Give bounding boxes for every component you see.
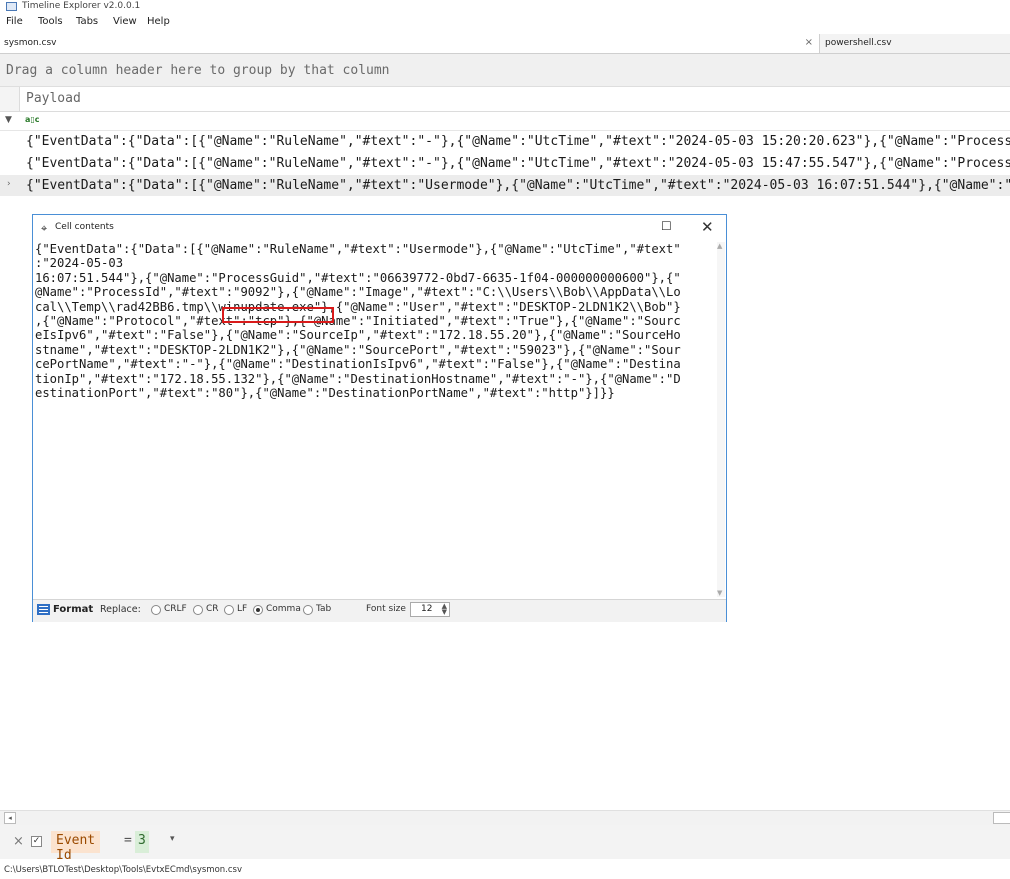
radio-crlf[interactable] [151, 605, 161, 615]
menu-view[interactable]: View [113, 16, 137, 27]
dialog-title: Cell contents [55, 222, 114, 232]
cell-contents-dialog: ⌖ Cell contents ☐ ✕ {"EventData":{"Data"… [32, 214, 727, 622]
dialog-title-bar[interactable]: ⌖ Cell contents ☐ ✕ [33, 215, 726, 240]
cell-content-textbox[interactable]: {"EventData":{"Data":[{"@Name":"RuleName… [35, 242, 717, 597]
format-icon[interactable] [37, 604, 50, 615]
font-size-value[interactable]: 12 [421, 604, 432, 614]
cell-content-line[interactable]: cePortName","#text":"-"},{"@Name":"Desti… [35, 357, 711, 371]
radio-lf-label: LF [237, 604, 248, 614]
table-row[interactable]: {"EventData":{"Data":[{"@Name":"RuleName… [0, 131, 1010, 152]
row-indicator-header [0, 87, 20, 111]
table-row[interactable]: › {"EventData":{"Data":[{"@Name":"RuleNa… [0, 175, 1010, 196]
cell-content-line[interactable]: {"EventData":{"Data":[{"@Name":"RuleName… [35, 242, 711, 256]
close-button[interactable]: ✕ [701, 218, 714, 236]
maximize-button[interactable]: ☐ [661, 220, 673, 232]
tab-label: powershell.csv [825, 38, 892, 48]
scroll-up-icon[interactable]: ▲ [717, 242, 722, 250]
scroll-down-icon[interactable]: ▼ [717, 589, 722, 597]
clear-filter-icon[interactable]: × [13, 834, 24, 849]
format-button[interactable]: Format [53, 604, 93, 615]
menu-help[interactable]: Help [147, 16, 170, 27]
title-bar: Timeline Explorer v2.0.0.1 [0, 0, 1010, 13]
cell-content-line[interactable]: estinationPort","#text":"80"},{"@Name":"… [35, 386, 711, 400]
funnel-icon[interactable]: ▼ [5, 115, 12, 125]
menu-tools[interactable]: Tools [38, 16, 63, 27]
filter-value[interactable]: 3 [135, 831, 149, 853]
menu-tabs[interactable]: Tabs [76, 16, 98, 27]
radio-cr[interactable] [193, 605, 203, 615]
scroll-thumb[interactable] [993, 812, 1010, 824]
highlight-box [222, 307, 334, 323]
cell-content-line[interactable]: 16:07:51.544"},{"@Name":"ProcessGuid","#… [35, 271, 711, 285]
radio-crlf-label: CRLF [164, 604, 187, 614]
tab-label: sysmon.csv [4, 38, 57, 48]
cell-content-line[interactable]: cal\\Temp\\rad42BB6.tmp\\winupdate.exe"}… [35, 300, 711, 314]
tab-close-icon[interactable]: × [805, 37, 813, 48]
filter-field[interactable]: Event Id [51, 831, 101, 863]
radio-tab[interactable] [303, 605, 313, 615]
group-prompt: Drag a column header here to group by th… [6, 63, 390, 78]
tab-sysmon[interactable]: sysmon.csv × [0, 34, 820, 53]
radio-cr-label: CR [206, 604, 219, 614]
cell-content-text[interactable]: {"EventData":{"Data":[{"@Name":"RuleName… [35, 242, 711, 400]
column-header-row: Payload [0, 87, 1010, 112]
payload-cell[interactable]: {"EventData":{"Data":[{"@Name":"RuleName… [26, 156, 1010, 171]
dialog-footer: Format Replace: CRLF CR LF Comma Tab Fon… [33, 599, 726, 622]
cell-content-line[interactable]: ,{"@Name":"Protocol","#text":"tcp"},{"@N… [35, 314, 711, 328]
scroll-left-icon[interactable]: ◂ [4, 812, 16, 824]
telescope-icon: ⌖ [41, 222, 48, 235]
menu-file[interactable]: File [6, 16, 23, 27]
cell-content-line[interactable]: :"2024-05-03 [35, 256, 711, 270]
row-indicator-icon: › [7, 179, 11, 189]
status-bar: C:\Users\BTLOTest\Desktop\Tools\EvtxECmd… [0, 860, 1010, 879]
menu-bar: File Tools Tabs View Help [0, 14, 1010, 32]
window-title: Timeline Explorer v2.0.0.1 [22, 1, 141, 11]
cell-content-line[interactable]: tionIp","#text":"172.18.55.132"},{"@Name… [35, 372, 711, 386]
cell-content-line[interactable]: eIsIpv6","#text":"False"},{"@Name":"Sour… [35, 328, 711, 342]
vertical-scrollbar[interactable]: ▲ ▼ [717, 242, 725, 597]
filter-operator: = [124, 833, 132, 848]
radio-comma-label: Comma [266, 604, 301, 614]
payload-cell[interactable]: {"EventData":{"Data":[{"@Name":"RuleName… [26, 134, 1010, 149]
replace-label: Replace: [100, 604, 141, 615]
payload-cell[interactable]: {"EventData":{"Data":[{"@Name":"RuleName… [26, 178, 1010, 193]
cell-content-line[interactable]: stname","#text":"DESKTOP-2LDN1K2"},{"@Na… [35, 343, 711, 357]
tab-strip: sysmon.csv × powershell.csv [0, 34, 1010, 54]
radio-tab-label: Tab [316, 604, 332, 614]
auto-filter-row: ▼ a▯c [0, 112, 1010, 131]
font-size-label: Font size [366, 604, 406, 614]
column-header-payload[interactable]: Payload [26, 91, 81, 106]
abc-filter-icon[interactable]: a▯c [25, 115, 40, 124]
filter-enabled-checkbox[interactable]: ✓ [31, 836, 42, 847]
tab-powershell[interactable]: powershell.csv [821, 34, 1010, 53]
filter-bar: × ✓ Event Id = 3 ▾ [0, 825, 1010, 863]
table-row[interactable]: {"EventData":{"Data":[{"@Name":"RuleName… [0, 153, 1010, 174]
group-by-panel[interactable]: Drag a column header here to group by th… [0, 54, 1010, 87]
font-size-stepper[interactable]: 12 ▲ ▼ [410, 602, 450, 617]
app-icon [6, 2, 17, 11]
horizontal-scrollbar[interactable]: ◂ [0, 810, 1010, 825]
cell-content-line[interactable]: @Name":"ProcessId","#text":"9092"},{"@Na… [35, 285, 711, 299]
radio-lf[interactable] [224, 605, 234, 615]
spin-arrows-icon[interactable]: ▲ ▼ [442, 603, 447, 616]
file-path: C:\Users\BTLOTest\Desktop\Tools\EvtxECmd… [4, 865, 242, 875]
filter-dropdown-icon[interactable]: ▾ [170, 834, 175, 844]
radio-comma[interactable] [253, 605, 263, 615]
